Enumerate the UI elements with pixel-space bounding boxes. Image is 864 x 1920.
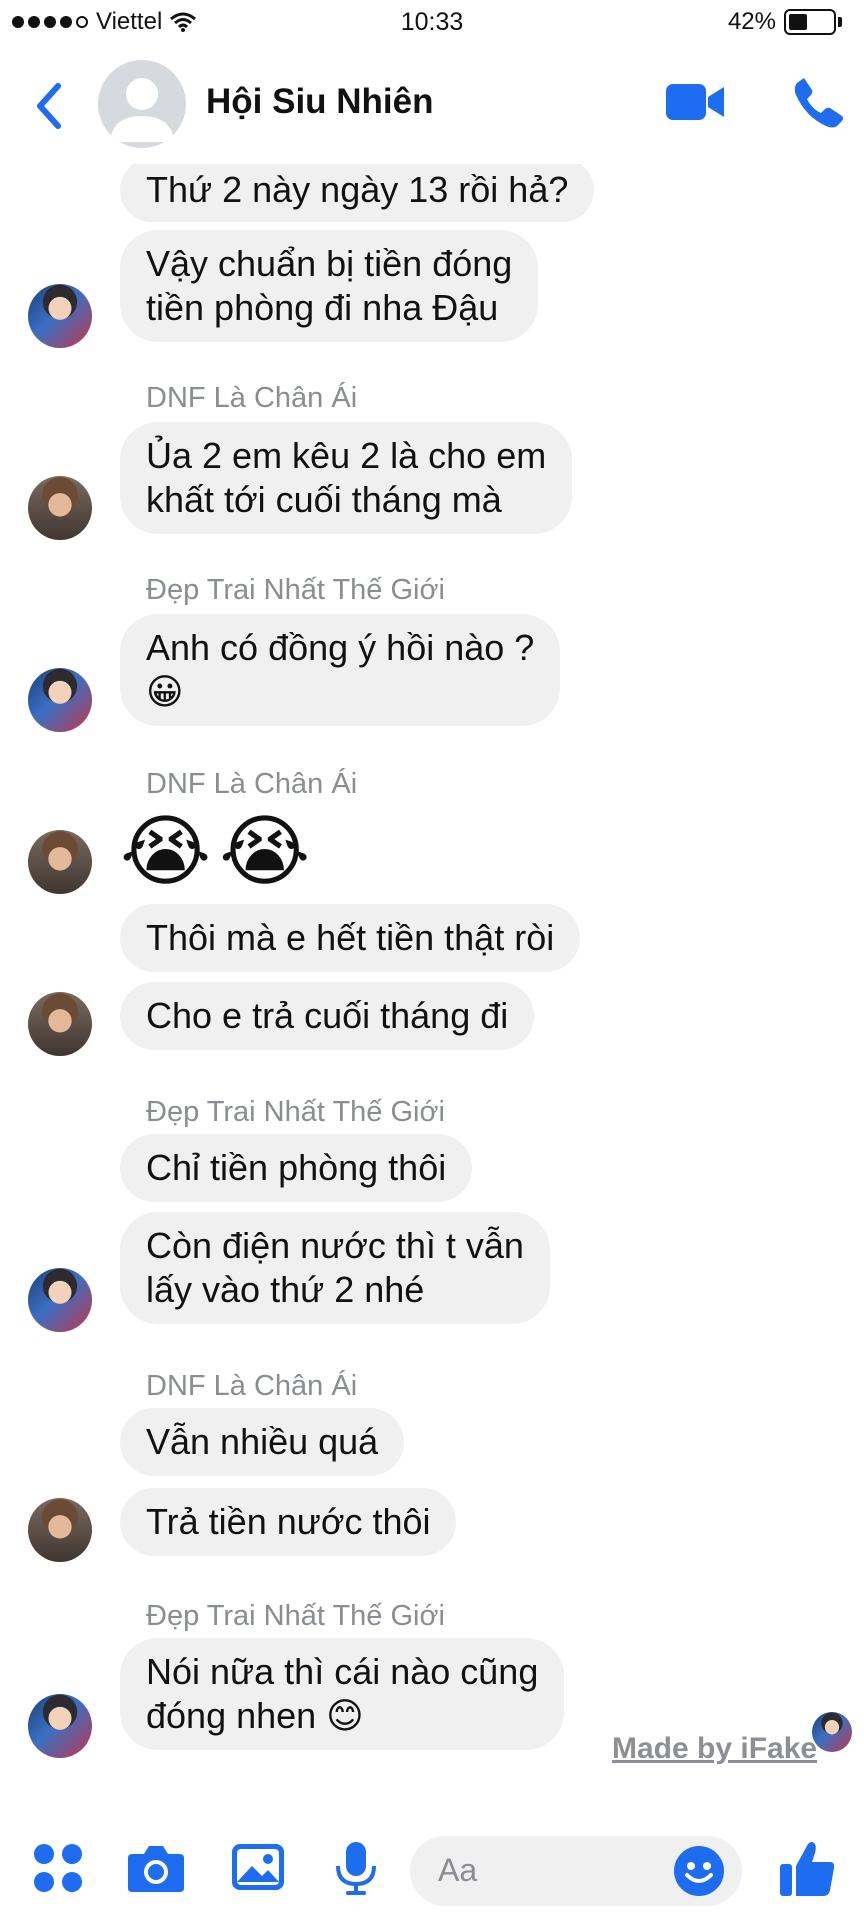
group-avatar[interactable]: [98, 60, 186, 148]
message-input[interactable]: Aa: [410, 1836, 742, 1906]
avatar[interactable]: [28, 476, 92, 540]
seen-avatar: [812, 1712, 852, 1752]
message-bubble[interactable]: Nói nữa thì cái nào cũng đóng nhen 😊: [120, 1638, 565, 1750]
status-bar: Viettel 10:33 42%: [0, 0, 864, 48]
sender-name: Đẹp Trai Nhất Thế Giới: [146, 574, 445, 606]
battery-icon: [784, 9, 836, 35]
chat-title[interactable]: Hội Siu Nhiên: [206, 82, 434, 122]
avatar[interactable]: [28, 1498, 92, 1562]
message-bubble[interactable]: Thứ 2 này ngày 13 rồi hả?: [120, 164, 595, 222]
emoji-message[interactable]: 😭 😭: [120, 808, 310, 894]
watermark: Made by iFake: [612, 1732, 818, 1765]
avatar[interactable]: [28, 1268, 92, 1332]
sender-name: DNF Là Chân Ái: [146, 768, 358, 800]
avatar[interactable]: [28, 992, 92, 1056]
thumbs-up-icon[interactable]: [776, 1838, 838, 1900]
message-bubble[interactable]: Thôi mà e hết tiền thật ròi: [120, 904, 581, 972]
message-bubble[interactable]: Vẫn nhiều quá: [120, 1408, 405, 1476]
crying-emoji: 😭: [120, 807, 212, 895]
video-camera-icon[interactable]: [664, 78, 728, 126]
message-bubble[interactable]: Anh có đồng ý hồi nào ? 😀: [120, 614, 561, 726]
smile-icon[interactable]: [672, 1844, 726, 1898]
sender-name: Đẹp Trai Nhất Thế Giới: [146, 1096, 445, 1128]
chat-header: Hội Siu Nhiên: [0, 52, 864, 164]
camera-icon[interactable]: [126, 1838, 186, 1898]
message-bubble[interactable]: Cho e trả cuối tháng đi: [120, 982, 535, 1050]
sender-name: DNF Là Chân Ái: [146, 1370, 358, 1402]
message-list[interactable]: Thứ 2 này ngày 13 rồi hả? Vậy chuẩn bị t…: [0, 164, 864, 1784]
avatar[interactable]: [28, 668, 92, 732]
message-input-placeholder: Aa: [438, 1852, 478, 1888]
back-chevron-icon[interactable]: [28, 76, 72, 136]
crying-emoji: 😭: [219, 807, 311, 895]
image-icon[interactable]: [228, 1838, 288, 1898]
composer-bar: Aa: [0, 1820, 864, 1920]
battery-group: 42%: [728, 8, 842, 36]
phone-icon[interactable]: [790, 74, 846, 130]
avatar[interactable]: [28, 830, 92, 894]
battery-percent: 42%: [727, 8, 776, 35]
sender-name: Đẹp Trai Nhất Thế Giới: [146, 1600, 445, 1632]
message-bubble[interactable]: Ủa 2 em kêu 2 là cho em khất tới cuối thá…: [120, 422, 573, 534]
avatar[interactable]: [28, 284, 92, 348]
message-bubble[interactable]: Còn điện nước thì t vẫn lấy vào thứ 2 nhé: [120, 1212, 550, 1324]
apps-grid-icon[interactable]: [28, 1838, 88, 1898]
message-bubble[interactable]: Chỉ tiền phòng thôi: [120, 1134, 473, 1202]
sender-name: DNF Là Chân Ái: [146, 382, 358, 414]
message-bubble[interactable]: Vậy chuẩn bị tiền đóng tiền phòng đi nha …: [120, 230, 539, 342]
microphone-icon[interactable]: [326, 1838, 386, 1898]
message-bubble[interactable]: Trả tiền nước thôi: [120, 1488, 457, 1556]
avatar[interactable]: [28, 1694, 92, 1758]
